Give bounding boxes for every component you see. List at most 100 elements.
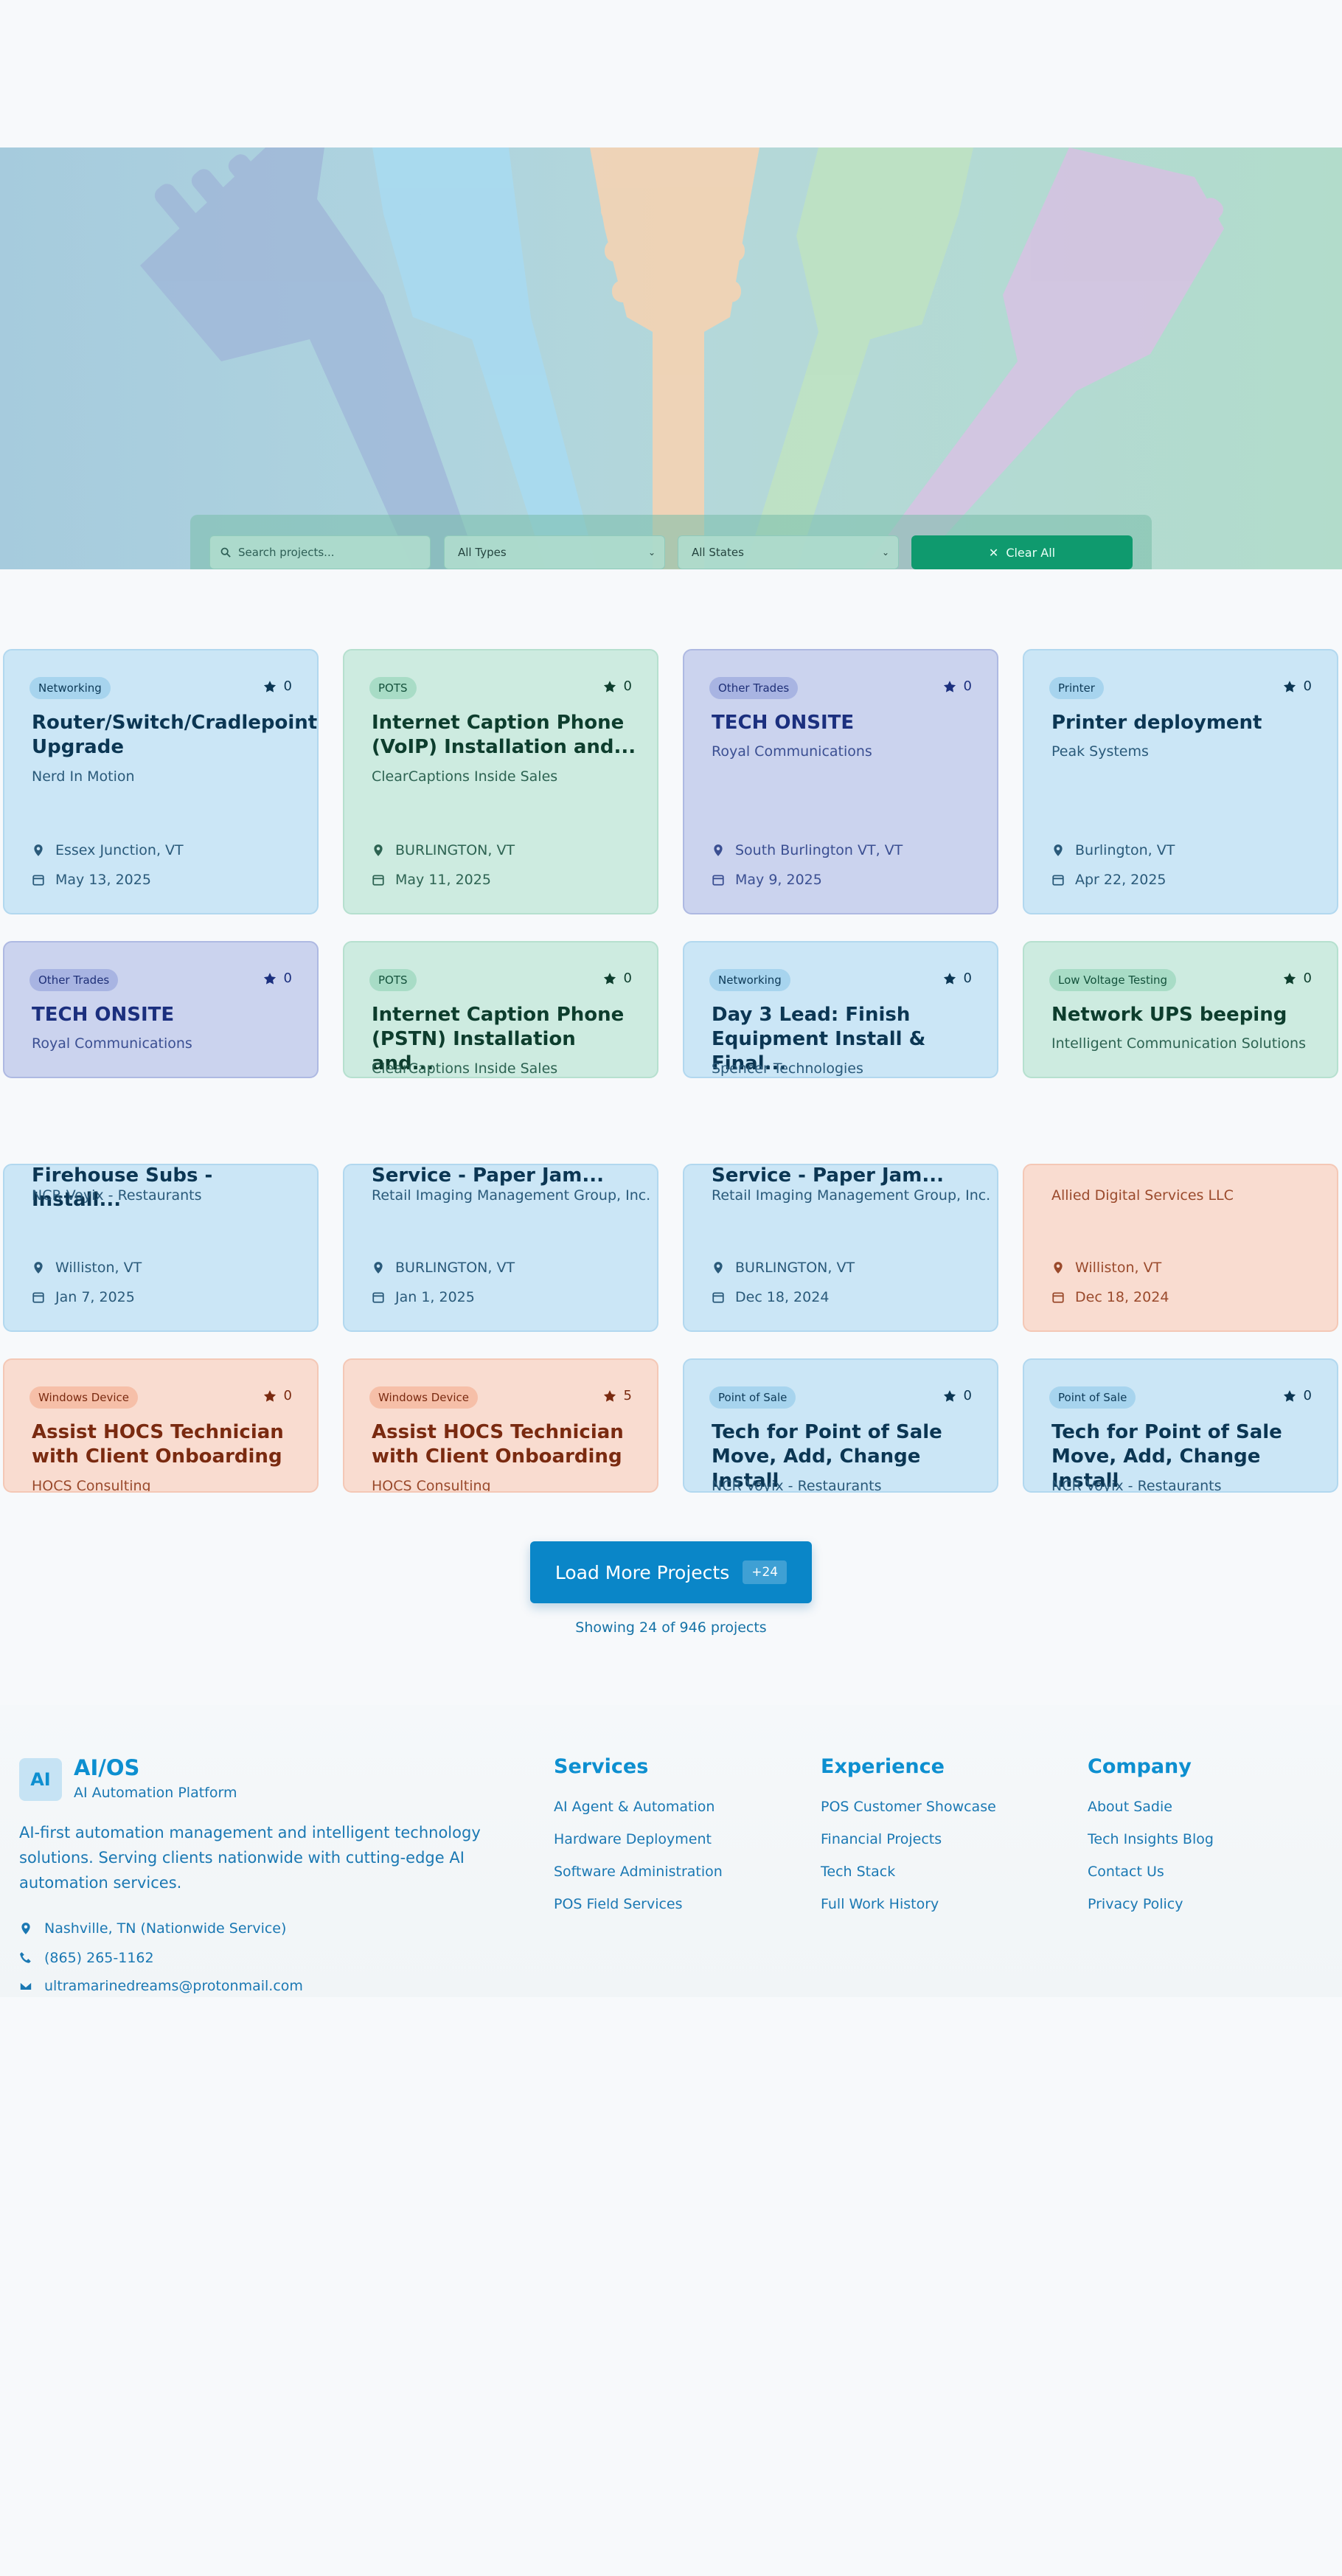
project-title[interactable]: TECH ONSITE (32, 1003, 297, 1027)
project-title[interactable]: Assist HOCS Technician with Client Onboa… (32, 1420, 297, 1469)
client-name: Retail Imaging Management Group, Inc. (372, 1187, 651, 1204)
search-placeholder: Search projects... (238, 546, 335, 559)
project-card[interactable]: Windows Device 0 Assist HOCS Technician wi… (3, 1358, 319, 1493)
favorite-count[interactable]: 0 (263, 678, 292, 694)
favorite-count-value: 0 (963, 971, 972, 986)
project-card[interactable]: Printer 0 Printer deployment Peak Systems Bu… (1023, 649, 1338, 914)
project-card[interactable]: Windows Device 5 Assist HOCS Technician wi… (343, 1358, 658, 1493)
favorite-count[interactable]: 0 (1283, 971, 1312, 986)
load-more-button[interactable]: Load More Projects +24 (530, 1541, 812, 1603)
calendar-icon (32, 875, 44, 886)
project-date-text: May 13, 2025 (55, 872, 151, 888)
project-date-text: Dec 18, 2024 (735, 1289, 830, 1305)
client-name: Peak Systems (1051, 743, 1149, 760)
project-date: May 9, 2025 (712, 872, 822, 888)
project-card[interactable]: POTS 0 Internet Caption Phone (PSTN) Insta… (343, 941, 658, 1078)
star-icon (263, 1389, 276, 1402)
footer-link[interactable]: Tech Stack (821, 1864, 996, 1880)
client-name: Retail Imaging Management Group, Inc. (712, 1187, 991, 1204)
type-select-value: All Types (458, 546, 507, 559)
close-icon: ✕ (988, 545, 999, 560)
footer-link[interactable]: About Sadie (1088, 1799, 1214, 1815)
project-card[interactable]: Firehouse Subs - Install... NCR Voyix - R… (3, 1164, 319, 1332)
project-card[interactable]: POTS 0 Internet Caption Phone (VoIP) Insta… (343, 649, 658, 914)
project-title[interactable]: Internet Caption Phone (VoIP) Installati… (372, 711, 637, 760)
footer-link[interactable]: POS Field Services (554, 1896, 723, 1912)
favorite-count[interactable]: 0 (263, 971, 292, 986)
client-name: HOCS Consulting (32, 1478, 151, 1493)
project-location: Williston, VT (32, 1260, 142, 1276)
project-date-text: Dec 18, 2024 (1075, 1289, 1169, 1305)
project-title[interactable]: Network UPS beeping (1051, 1003, 1317, 1027)
project-date: May 11, 2025 (372, 872, 491, 888)
project-card[interactable]: Service - Paper Jam... Retail Imaging Man… (343, 1164, 658, 1332)
brand-name[interactable]: AI/OS (74, 1755, 139, 1780)
project-title[interactable]: Router/Switch/Cradlepoint Upgrade (32, 711, 317, 760)
project-card[interactable]: Networking 0 Router/Switch/Cradlepoint Upg… (3, 649, 319, 914)
category-badge: Windows Device (369, 1386, 479, 1409)
footer-link[interactable]: Tech Insights Blog (1088, 1831, 1214, 1847)
project-card[interactable]: Service - Paper Jam... Retail Imaging Man… (683, 1164, 998, 1332)
favorite-count[interactable]: 0 (263, 1388, 292, 1403)
project-card[interactable]: Networking 0 Day 3 Lead: Finish Equipment … (683, 941, 998, 1078)
favorite-count[interactable]: 0 (1283, 1388, 1312, 1403)
project-card[interactable]: Point of Sale 0 Tech for Point of Sale Mov… (683, 1358, 998, 1493)
calendar-icon (372, 875, 384, 886)
calendar-icon (712, 875, 724, 886)
client-name: NCR Voyix - Restaurants (712, 1478, 882, 1493)
state-select[interactable]: All States ⌄ (678, 535, 899, 569)
chevron-down-icon: ⌄ (881, 547, 889, 558)
state-select-value: All States (692, 546, 744, 559)
project-card[interactable]: Point of Sale 0 Tech for Point of Sale Mov… (1023, 1358, 1338, 1493)
project-location: Burlington, VT (1051, 842, 1175, 858)
project-card[interactable]: Low Voltage Testing 0 Network UPS beeping I… (1023, 941, 1338, 1078)
footer-column-experience: Experience POS Customer Showcase Financi… (821, 1755, 996, 1928)
project-title[interactable]: Printer deployment (1051, 711, 1317, 735)
footer-link[interactable]: POS Customer Showcase (821, 1799, 996, 1815)
favorite-count-value: 0 (963, 1388, 972, 1403)
category-badge: Other Trades (29, 969, 119, 991)
clear-all-button[interactable]: ✕ Clear All (911, 535, 1133, 569)
search-input[interactable]: Search projects... (209, 535, 431, 569)
client-name: Allied Digital Services LLC (1051, 1187, 1234, 1204)
project-title[interactable]: Service - Paper Jam... (372, 1165, 637, 1188)
results-count-text: Showing 24 of 946 projects (575, 1619, 767, 1636)
favorite-count[interactable]: 0 (1283, 678, 1312, 694)
project-title[interactable]: Assist HOCS Technician with Client Onboa… (372, 1420, 637, 1469)
footer-link[interactable]: Privacy Policy (1088, 1896, 1214, 1912)
favorite-count[interactable]: 5 (603, 1388, 632, 1403)
favorite-count[interactable]: 0 (943, 971, 972, 986)
contact-phone[interactable]: (865) 265-1162 (19, 1950, 154, 1966)
footer-column-company: Company About Sadie Tech Insights Blog C… (1088, 1755, 1214, 1928)
project-title[interactable]: TECH ONSITE (712, 711, 977, 735)
calendar-icon (372, 1292, 384, 1303)
project-location: South Burlington VT, VT (712, 842, 903, 858)
type-select[interactable]: All Types ⌄ (444, 535, 665, 569)
client-name: ClearCaptions Inside Sales (372, 768, 558, 785)
project-card[interactable]: Allied Digital Services LLC Williston, VT… (1023, 1164, 1338, 1332)
favorite-count-value: 0 (623, 971, 632, 986)
favorite-count[interactable]: 0 (603, 971, 632, 986)
category-badge: Other Trades (709, 677, 799, 699)
footer-link[interactable]: Software Administration (554, 1864, 723, 1880)
footer-link[interactable]: Contact Us (1088, 1864, 1214, 1880)
footer-link[interactable]: Financial Projects (821, 1831, 996, 1847)
footer-link[interactable]: Hardware Deployment (554, 1831, 723, 1847)
category-badge: Low Voltage Testing (1049, 969, 1177, 991)
calendar-icon (1052, 875, 1064, 886)
calendar-icon (1052, 1292, 1064, 1303)
favorite-count[interactable]: 0 (943, 1388, 972, 1403)
project-card[interactable]: Other Trades 0 TECH ONSITE Royal Communicat… (683, 649, 998, 914)
footer-link[interactable]: Full Work History (821, 1896, 996, 1912)
favorite-count[interactable]: 0 (603, 678, 632, 694)
map-pin-icon (714, 844, 723, 856)
favorite-count[interactable]: 0 (943, 678, 972, 694)
project-date: Dec 18, 2024 (1051, 1289, 1169, 1305)
project-card[interactable]: Other Trades 0 TECH ONSITE Royal Communicat… (3, 941, 319, 1078)
project-title[interactable]: Service - Paper Jam... (712, 1165, 977, 1188)
contact-email[interactable]: ultramarinedreams@protonmail.com (19, 1978, 303, 1994)
map-pin-icon (374, 1262, 383, 1274)
footer-link[interactable]: AI Agent & Automation (554, 1799, 723, 1815)
client-name: NCR Voyix - Restaurants (1051, 1478, 1222, 1493)
logo-badge[interactable]: AI (19, 1758, 62, 1801)
